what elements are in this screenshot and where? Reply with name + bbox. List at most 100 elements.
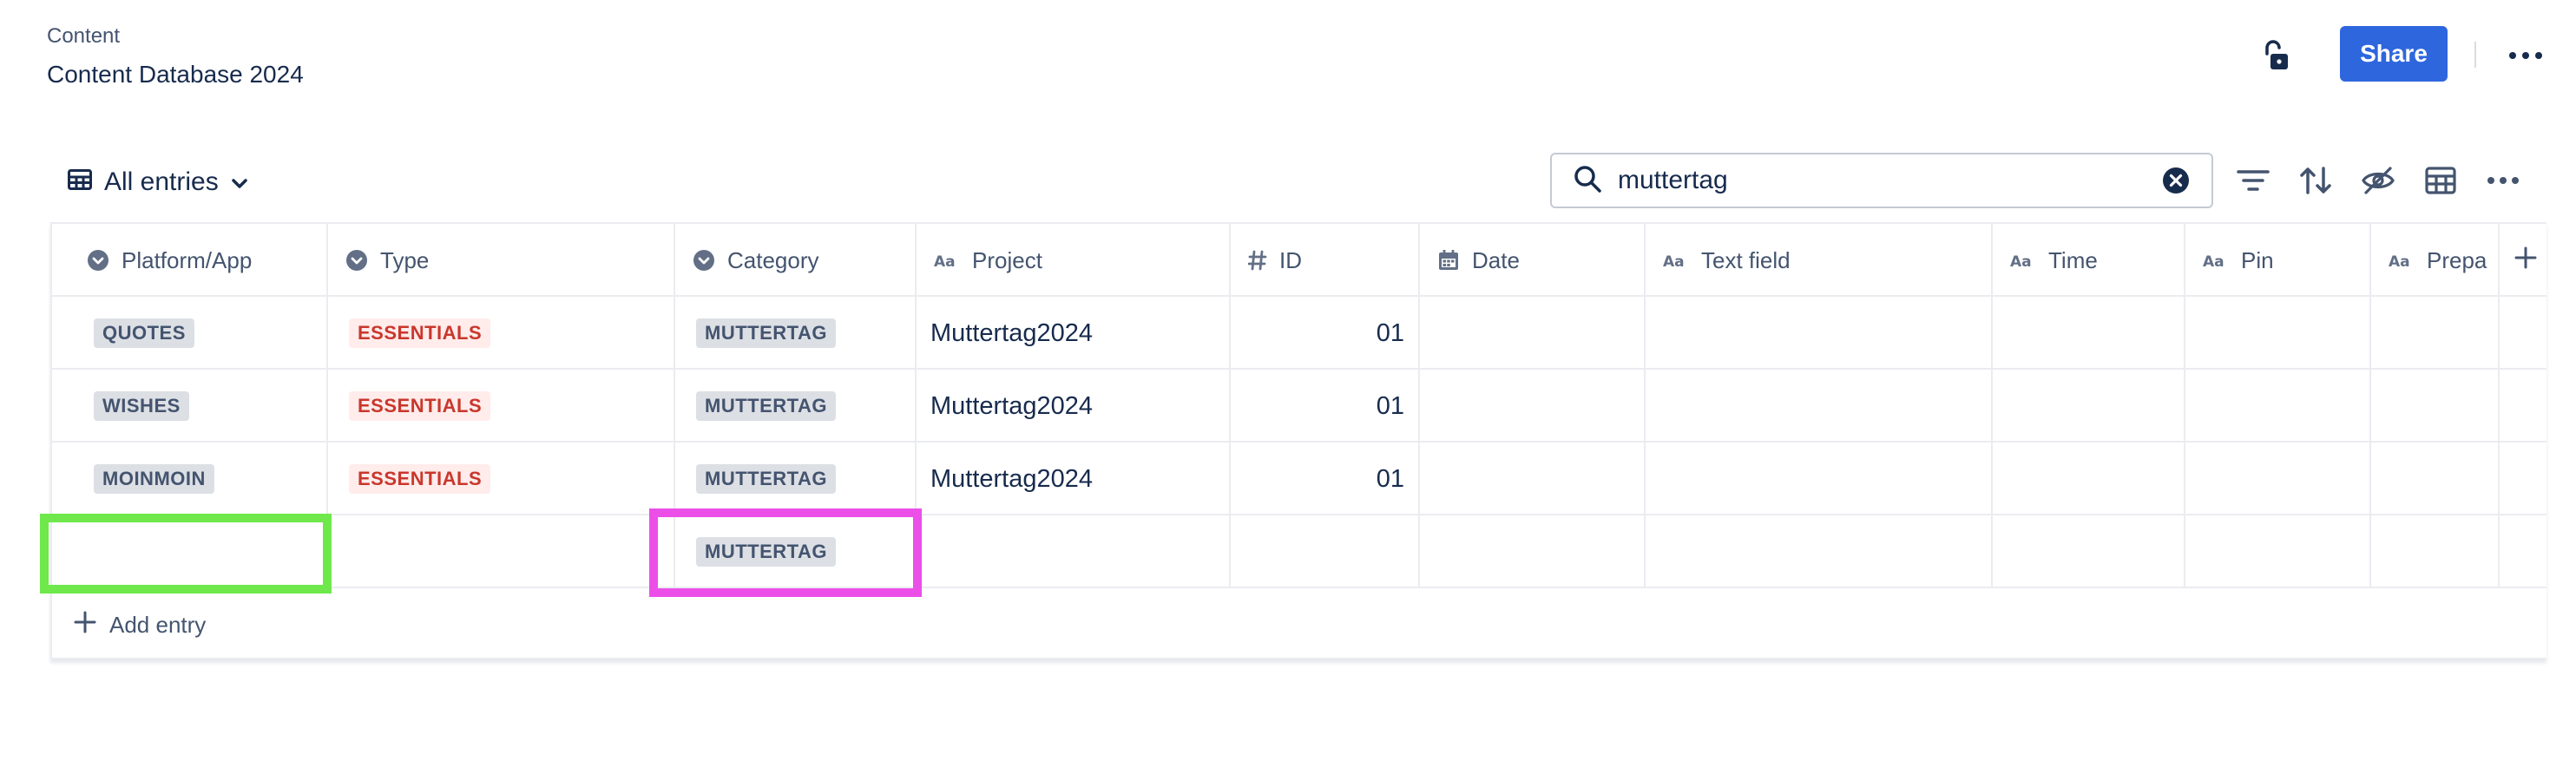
cell-date[interactable] [1420,297,1646,370]
table-icon [68,167,92,197]
clear-circle-icon[interactable] [2161,166,2191,195]
cell-type[interactable]: ESSENTIALS [328,370,675,443]
column-header-prepa[interactable]: Aa Prepa [2371,224,2500,297]
page-title: Content Database 2024 [47,61,304,88]
cell-time[interactable] [1993,515,2185,588]
category-tag: MUTTERTAG [696,318,836,348]
cell-type[interactable] [328,515,675,588]
cell-id[interactable]: 01 [1231,443,1420,515]
svg-text:Aa: Aa [2203,253,2224,270]
cell-pin[interactable] [2185,370,2371,443]
table-header-row: Platform/App Type Category Aa Project ID… [52,224,2546,297]
chevron-down-icon [231,167,248,197]
svg-text:Aa: Aa [1663,253,1685,270]
search-box [1550,153,2213,208]
svg-text:Aa: Aa [2389,253,2410,270]
cell-date[interactable] [1420,443,1646,515]
svg-text:Aa: Aa [934,253,956,270]
column-header-label: Project [972,246,1042,273]
cell-type[interactable]: ESSENTIALS [328,443,675,515]
type-tag: ESSENTIALS [349,464,491,494]
text-icon: Aa [934,251,960,270]
cell-time[interactable] [1993,443,2185,515]
cell-prepa[interactable] [2371,370,2500,443]
type-tag: ESSENTIALS [349,391,491,421]
breadcrumb[interactable]: Content [47,24,120,49]
cell-prepa[interactable] [2371,443,2500,515]
column-header-label: Platform/App [122,246,253,273]
cell-id[interactable] [1231,515,1420,588]
cell-pin[interactable] [2185,443,2371,515]
table-layout-icon[interactable] [2409,153,2472,208]
column-header-platform[interactable]: Platform/App [52,224,328,297]
column-header-time[interactable]: Aa Time [1993,224,2185,297]
cell-platform[interactable]: MOINMOIN [52,443,328,515]
cell-project[interactable]: Muttertag2024 [917,370,1231,443]
cell-text-field[interactable] [1646,297,1993,370]
text-icon: Aa [2010,251,2036,270]
cell-text-field[interactable] [1646,443,1993,515]
text-icon: Aa [1663,251,1689,270]
column-header-label: Category [727,246,819,273]
more-horizontal-icon[interactable] [2472,153,2534,208]
table-row[interactable]: QUOTES ESSENTIALS MUTTERTAG Muttertag202… [52,297,2546,370]
table-row[interactable]: MOINMOIN ESSENTIALS MUTTERTAG Muttertag2… [52,443,2546,515]
view-label: All entries [104,167,219,196]
cell-project[interactable] [917,515,1231,588]
column-header-id[interactable]: ID [1231,224,1420,297]
cell-project[interactable]: Muttertag2024 [917,297,1231,370]
cell-prepa[interactable] [2371,297,2500,370]
add-column-button[interactable] [2500,224,2546,297]
hide-fields-icon[interactable] [2347,153,2409,208]
cell-project[interactable]: Muttertag2024 [917,443,1231,515]
cell-date[interactable] [1420,370,1646,443]
highlight-box-pink [649,508,922,597]
cell-time[interactable] [1993,370,2185,443]
plus-icon [73,610,97,640]
cell-text-field[interactable] [1646,515,1993,588]
add-entry-button[interactable]: Add entry [73,606,206,644]
type-tag: ESSENTIALS [349,318,491,348]
select-icon [345,249,368,272]
number-icon [1248,250,1267,271]
cell-id[interactable]: 01 [1231,370,1420,443]
cell-date[interactable] [1420,515,1646,588]
cell-category[interactable]: MUTTERTAG [675,370,917,443]
more-horizontal-icon[interactable] [2503,38,2548,73]
table-row[interactable]: MUTTERTAG [52,515,2546,588]
platform-tag: QUOTES [94,318,194,348]
column-header-category[interactable]: Category [675,224,917,297]
share-button[interactable]: Share [2340,26,2448,82]
divider [2474,42,2476,68]
cell-prepa[interactable] [2371,515,2500,588]
column-header-label: Type [380,246,430,273]
unlock-icon[interactable] [2255,35,2297,76]
cell-category[interactable]: MUTTERTAG [675,443,917,515]
filter-icon[interactable] [2222,153,2284,208]
highlight-box-green [40,514,332,594]
column-header-label: Date [1472,246,1520,273]
platform-tag: WISHES [94,391,189,421]
cell-platform[interactable]: WISHES [52,370,328,443]
cell-pin[interactable] [2185,297,2371,370]
search-input[interactable] [1618,166,2161,195]
cell-time[interactable] [1993,297,2185,370]
cell-platform[interactable]: QUOTES [52,297,328,370]
cell-category[interactable]: MUTTERTAG [675,297,917,370]
column-header-pin[interactable]: Aa Pin [2185,224,2371,297]
category-tag: MUTTERTAG [696,391,836,421]
column-header-label: ID [1279,246,1302,273]
view-selector[interactable]: All entries [68,163,248,201]
column-header-text-field[interactable]: Aa Text field [1646,224,1993,297]
select-icon [87,249,109,272]
sort-icon[interactable] [2284,153,2347,208]
cell-pin[interactable] [2185,515,2371,588]
text-icon: Aa [2389,251,2415,270]
column-header-type[interactable]: Type [328,224,675,297]
table-row[interactable]: WISHES ESSENTIALS MUTTERTAG Muttertag202… [52,370,2546,443]
cell-id[interactable]: 01 [1231,297,1420,370]
cell-type[interactable]: ESSENTIALS [328,297,675,370]
cell-text-field[interactable] [1646,370,1993,443]
column-header-date[interactable]: Date [1420,224,1646,297]
column-header-project[interactable]: Aa Project [917,224,1231,297]
